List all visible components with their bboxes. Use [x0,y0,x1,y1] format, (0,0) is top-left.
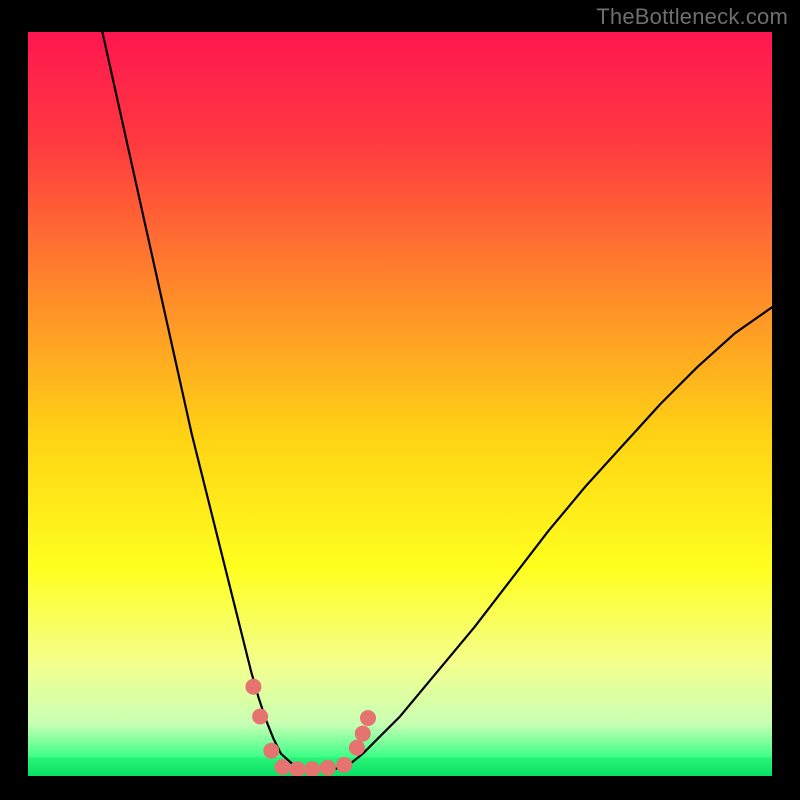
marker-dot [349,740,365,756]
marker-dot [263,743,279,759]
plot-area [28,32,772,776]
marker-dot [320,760,336,776]
green-band [28,757,772,776]
watermark-text: TheBottleneck.com [596,4,788,30]
marker-dot [360,710,376,726]
marker-dot [245,679,261,695]
marker-dot [252,708,268,724]
marker-dot [336,757,352,773]
marker-dot [274,759,290,775]
marker-dot [355,726,371,742]
chart-frame: TheBottleneck.com [0,0,800,800]
chart-svg [28,32,772,776]
